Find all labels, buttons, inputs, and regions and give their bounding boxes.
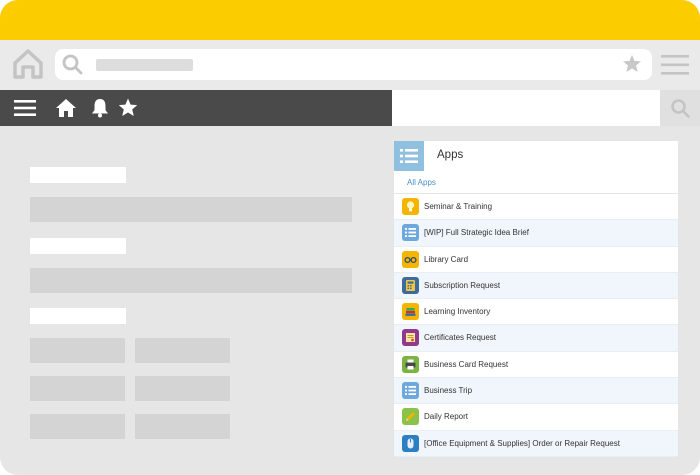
app-list-item[interactable]: Certificates Request — [394, 325, 678, 352]
all-apps-link[interactable]: All Apps — [407, 178, 436, 187]
app-list-item-label: Daily Report — [424, 412, 469, 422]
app-list-item-label: Business Card Request — [424, 359, 509, 369]
bell-icon[interactable] — [89, 98, 111, 118]
pencil-icon — [402, 408, 419, 426]
address-bar-placeholder — [96, 59, 193, 71]
placeholder-field — [30, 414, 125, 439]
header-search-button[interactable] — [660, 90, 700, 126]
menu-icon[interactable] — [14, 98, 36, 118]
search-icon — [671, 99, 690, 118]
apps-list-icon — [394, 141, 424, 171]
app-list-item-label: Library Card — [424, 254, 469, 264]
placeholder-heading — [30, 308, 126, 324]
search-icon — [62, 54, 83, 75]
bookmark-star-icon[interactable] — [622, 54, 642, 74]
app-list-item[interactable]: Library Card — [394, 247, 678, 273]
app-list-item-label: [Office Equipment & Supplies] Order or R… — [424, 438, 620, 448]
header-search-field[interactable] — [392, 90, 660, 126]
title-bar — [0, 0, 700, 40]
app-list-item[interactable]: Seminar & Training — [394, 194, 678, 221]
app-list-item[interactable]: Business Trip — [394, 378, 678, 405]
books-icon — [402, 303, 419, 321]
app-list-item[interactable]: [WIP] Full Strategic Idea Brief — [394, 220, 678, 247]
app-list-item-label: [WIP] Full Strategic Idea Brief — [424, 228, 529, 238]
home-icon[interactable] — [55, 98, 77, 118]
app-list-item-label: Learning Inventory — [424, 307, 491, 317]
app-list-item[interactable]: Learning Inventory — [394, 299, 678, 326]
placeholder-field — [135, 414, 230, 439]
star-icon[interactable] — [117, 98, 139, 118]
home-icon — [13, 49, 43, 79]
app-list-item-label: Subscription Request — [424, 280, 501, 290]
placeholder-field — [30, 338, 125, 363]
apps-panel-title: Apps — [437, 149, 464, 161]
apps-panel-header: Apps — [394, 141, 678, 171]
calculator-icon — [402, 276, 419, 294]
placeholder-field — [30, 197, 352, 222]
list-icon — [402, 224, 419, 242]
placeholder-field — [135, 376, 230, 401]
app-list-item-label: Seminar & Training — [424, 202, 493, 211]
app-header-bar — [0, 90, 392, 126]
placeholder-heading — [30, 238, 126, 254]
app-list: Seminar & Training [WIP] Full Strategic I… — [394, 194, 678, 457]
certificate-icon — [402, 329, 419, 347]
browser-menu-icon[interactable] — [661, 54, 689, 76]
app-list-item[interactable]: [Office Equipment & Supplies] Order or R… — [394, 430, 678, 457]
placeholder-field — [30, 268, 352, 293]
placeholder-field — [135, 338, 230, 363]
placeholder-heading — [30, 167, 126, 183]
browser-home-button[interactable] — [10, 46, 46, 82]
glasses-icon — [402, 250, 419, 268]
app-list-item[interactable]: Daily Report — [394, 404, 678, 431]
app-list-item[interactable]: Subscription Request — [394, 272, 678, 300]
browser-window: Apps All Apps Seminar & Training [WIP] Fu… — [0, 0, 700, 475]
apps-panel: Apps All Apps Seminar & Training [WIP] Fu… — [394, 141, 678, 457]
list-icon — [402, 382, 419, 400]
app-list-item[interactable]: Business Card Request — [394, 352, 678, 379]
app-list-item-label: Certificates Request — [424, 333, 497, 343]
address-bar[interactable] — [55, 49, 652, 80]
browser-toolbar — [0, 40, 700, 90]
mouse-icon — [402, 434, 419, 452]
printer-icon — [402, 355, 419, 373]
placeholder-field — [30, 376, 125, 401]
app-list-item-label: Business Trip — [424, 386, 473, 396]
lightbulb-icon — [402, 198, 419, 215]
